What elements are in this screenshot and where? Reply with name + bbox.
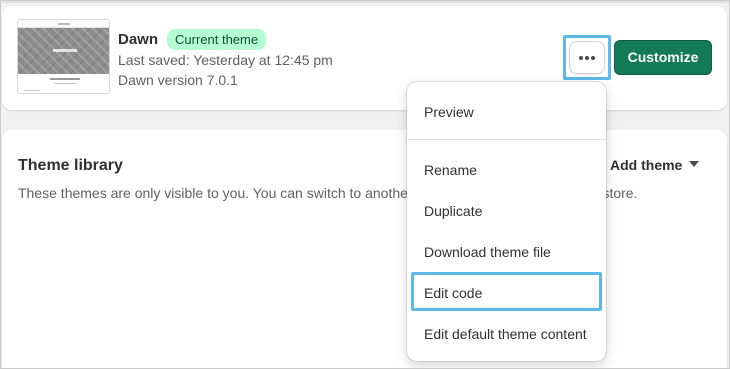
- screenshot-border: [0, 0, 730, 369]
